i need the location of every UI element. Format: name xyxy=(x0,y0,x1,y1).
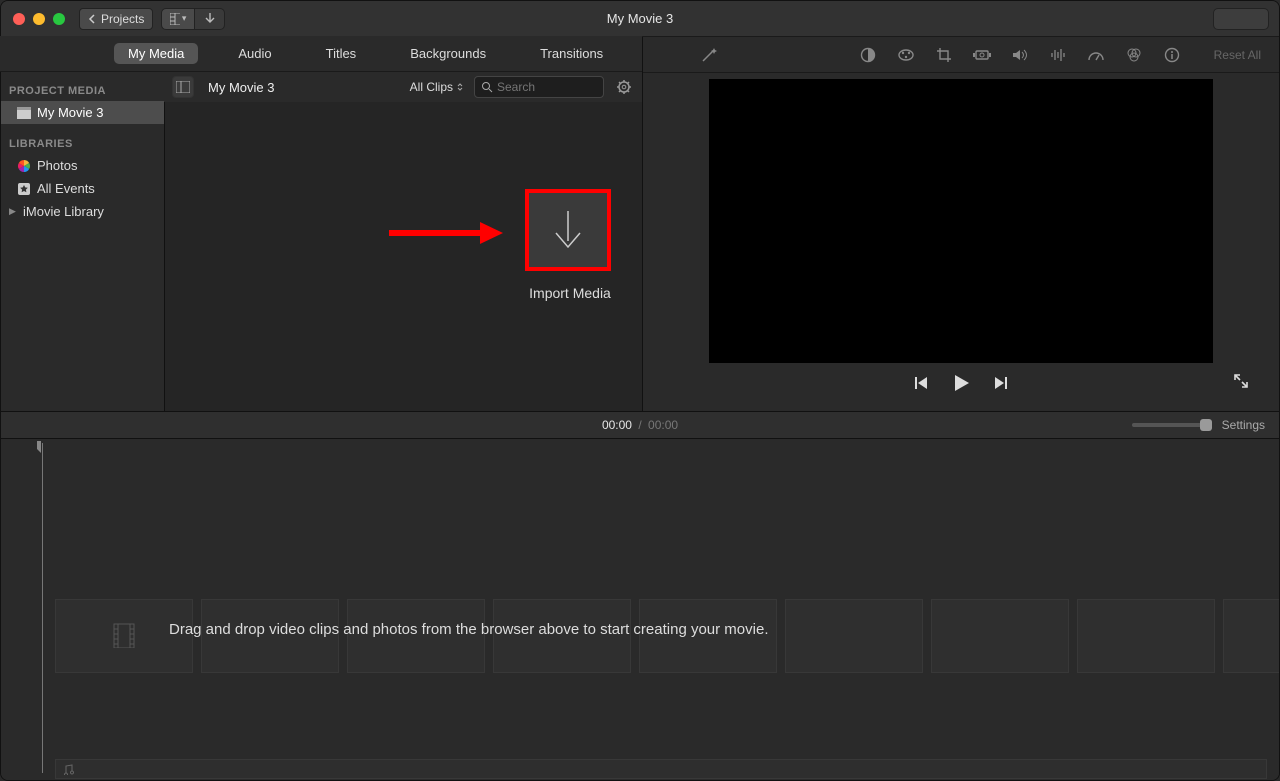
sidebar-item-project[interactable]: My Movie 3 xyxy=(1,101,164,124)
minimize-window[interactable] xyxy=(33,13,45,25)
timeline-header: 00:00 / 00:00 Settings xyxy=(1,411,1279,439)
current-time: 00:00 xyxy=(602,418,632,432)
sidebar-section-project-media: PROJECT MEDIA xyxy=(1,79,164,101)
download-icon xyxy=(204,12,216,26)
filmstrip-icon xyxy=(170,13,179,25)
clapperboard-icon xyxy=(17,106,31,120)
audio-track[interactable] xyxy=(55,759,1267,779)
close-window[interactable] xyxy=(13,13,25,25)
import-arrow-icon xyxy=(548,207,588,253)
fullscreen-button[interactable] xyxy=(1233,373,1249,389)
filters-button[interactable] xyxy=(1124,45,1144,65)
sidebar-item-all-events[interactable]: All Events xyxy=(1,177,164,200)
share-button[interactable] xyxy=(1213,8,1269,30)
sidebar-section-libraries: LIBRARIES xyxy=(1,132,164,154)
tab-backgrounds[interactable]: Backgrounds xyxy=(396,43,500,64)
list-view-toggle[interactable] xyxy=(172,76,194,98)
tab-titles[interactable]: Titles xyxy=(312,43,371,64)
list-icon xyxy=(176,81,190,93)
zoom-slider[interactable] xyxy=(1132,423,1210,427)
view-mode-group: ▾ xyxy=(161,8,225,30)
duration: 00:00 xyxy=(648,418,678,432)
next-frame-button[interactable] xyxy=(993,375,1009,391)
playback-controls xyxy=(655,363,1267,403)
back-projects-button[interactable]: Projects xyxy=(79,8,153,30)
tab-audio[interactable]: Audio xyxy=(224,43,285,64)
noise-reduction-button[interactable] xyxy=(1048,45,1068,65)
import-media-label: Import Media xyxy=(485,285,655,301)
search-input[interactable] xyxy=(497,80,587,94)
import-media-button[interactable] xyxy=(525,189,611,271)
import-toolbar-button[interactable] xyxy=(195,8,225,30)
timeline-settings-button[interactable]: Settings xyxy=(1222,418,1265,432)
color-balance-button[interactable] xyxy=(858,45,878,65)
prev-frame-button[interactable] xyxy=(913,375,929,391)
disclosure-triangle-icon[interactable]: ▶ xyxy=(9,206,17,217)
preview-viewer[interactable] xyxy=(709,79,1213,363)
maximize-window[interactable] xyxy=(53,13,65,25)
filter-label: All Clips xyxy=(410,80,453,94)
media-tabs: My Media Audio Titles Backgrounds Transi… xyxy=(0,36,642,72)
gear-icon xyxy=(616,79,632,95)
adjust-toolbar: Reset All xyxy=(643,37,1279,73)
filmstrip-view-button[interactable]: ▾ xyxy=(161,8,195,30)
photos-icon xyxy=(17,159,31,173)
timecode: 00:00 / 00:00 xyxy=(1,418,1279,432)
music-icon xyxy=(62,763,74,775)
sidebar: PROJECT MEDIA My Movie 3 LIBRARIES Photo… xyxy=(1,73,165,411)
timeline-hint: Drag and drop video clips and photos fro… xyxy=(169,621,869,638)
play-button[interactable] xyxy=(951,373,971,393)
browser-settings-button[interactable] xyxy=(614,77,634,97)
sidebar-item-photos[interactable]: Photos xyxy=(1,154,164,177)
info-button[interactable] xyxy=(1162,45,1182,65)
auto-enhance-button[interactable] xyxy=(699,45,719,65)
stabilize-button[interactable] xyxy=(972,45,992,65)
search-field[interactable] xyxy=(474,76,604,98)
sidebar-project-label: My Movie 3 xyxy=(37,105,103,120)
sidebar-item-imovie-library[interactable]: ▶ iMovie Library xyxy=(1,200,164,223)
playhead-line[interactable] xyxy=(42,443,43,773)
window-controls xyxy=(1,13,65,25)
updown-icon xyxy=(456,82,464,92)
back-label: Projects xyxy=(101,12,144,26)
color-correction-button[interactable] xyxy=(896,45,916,65)
playhead-icon[interactable] xyxy=(37,441,41,455)
sidebar-imovie-label: iMovie Library xyxy=(23,204,104,219)
speed-button[interactable] xyxy=(1086,45,1106,65)
media-browser[interactable]: Import Media xyxy=(165,73,642,411)
clip-placeholder xyxy=(1223,599,1279,673)
reset-all-button[interactable]: Reset All xyxy=(1214,48,1261,62)
crop-button[interactable] xyxy=(934,45,954,65)
clip-placeholder xyxy=(931,599,1069,673)
sidebar-allevents-label: All Events xyxy=(37,181,95,196)
browser-title: My Movie 3 xyxy=(208,80,274,95)
tab-my-media[interactable]: My Media xyxy=(114,43,198,64)
clips-filter-dropdown[interactable]: All Clips xyxy=(410,80,464,94)
volume-button[interactable] xyxy=(1010,45,1030,65)
sidebar-photos-label: Photos xyxy=(37,158,77,173)
annotation-arrow xyxy=(385,218,505,248)
star-icon xyxy=(17,182,31,196)
tab-transitions[interactable]: Transitions xyxy=(526,43,617,64)
titlebar: Projects ▾ My Movie 3 xyxy=(1,1,1279,37)
timeline[interactable]: Drag and drop video clips and photos fro… xyxy=(1,439,1279,780)
search-icon xyxy=(481,81,493,93)
zoom-thumb[interactable] xyxy=(1200,419,1212,431)
clip-placeholder xyxy=(1077,599,1215,673)
wand-icon xyxy=(700,46,718,64)
film-icon xyxy=(112,622,136,648)
